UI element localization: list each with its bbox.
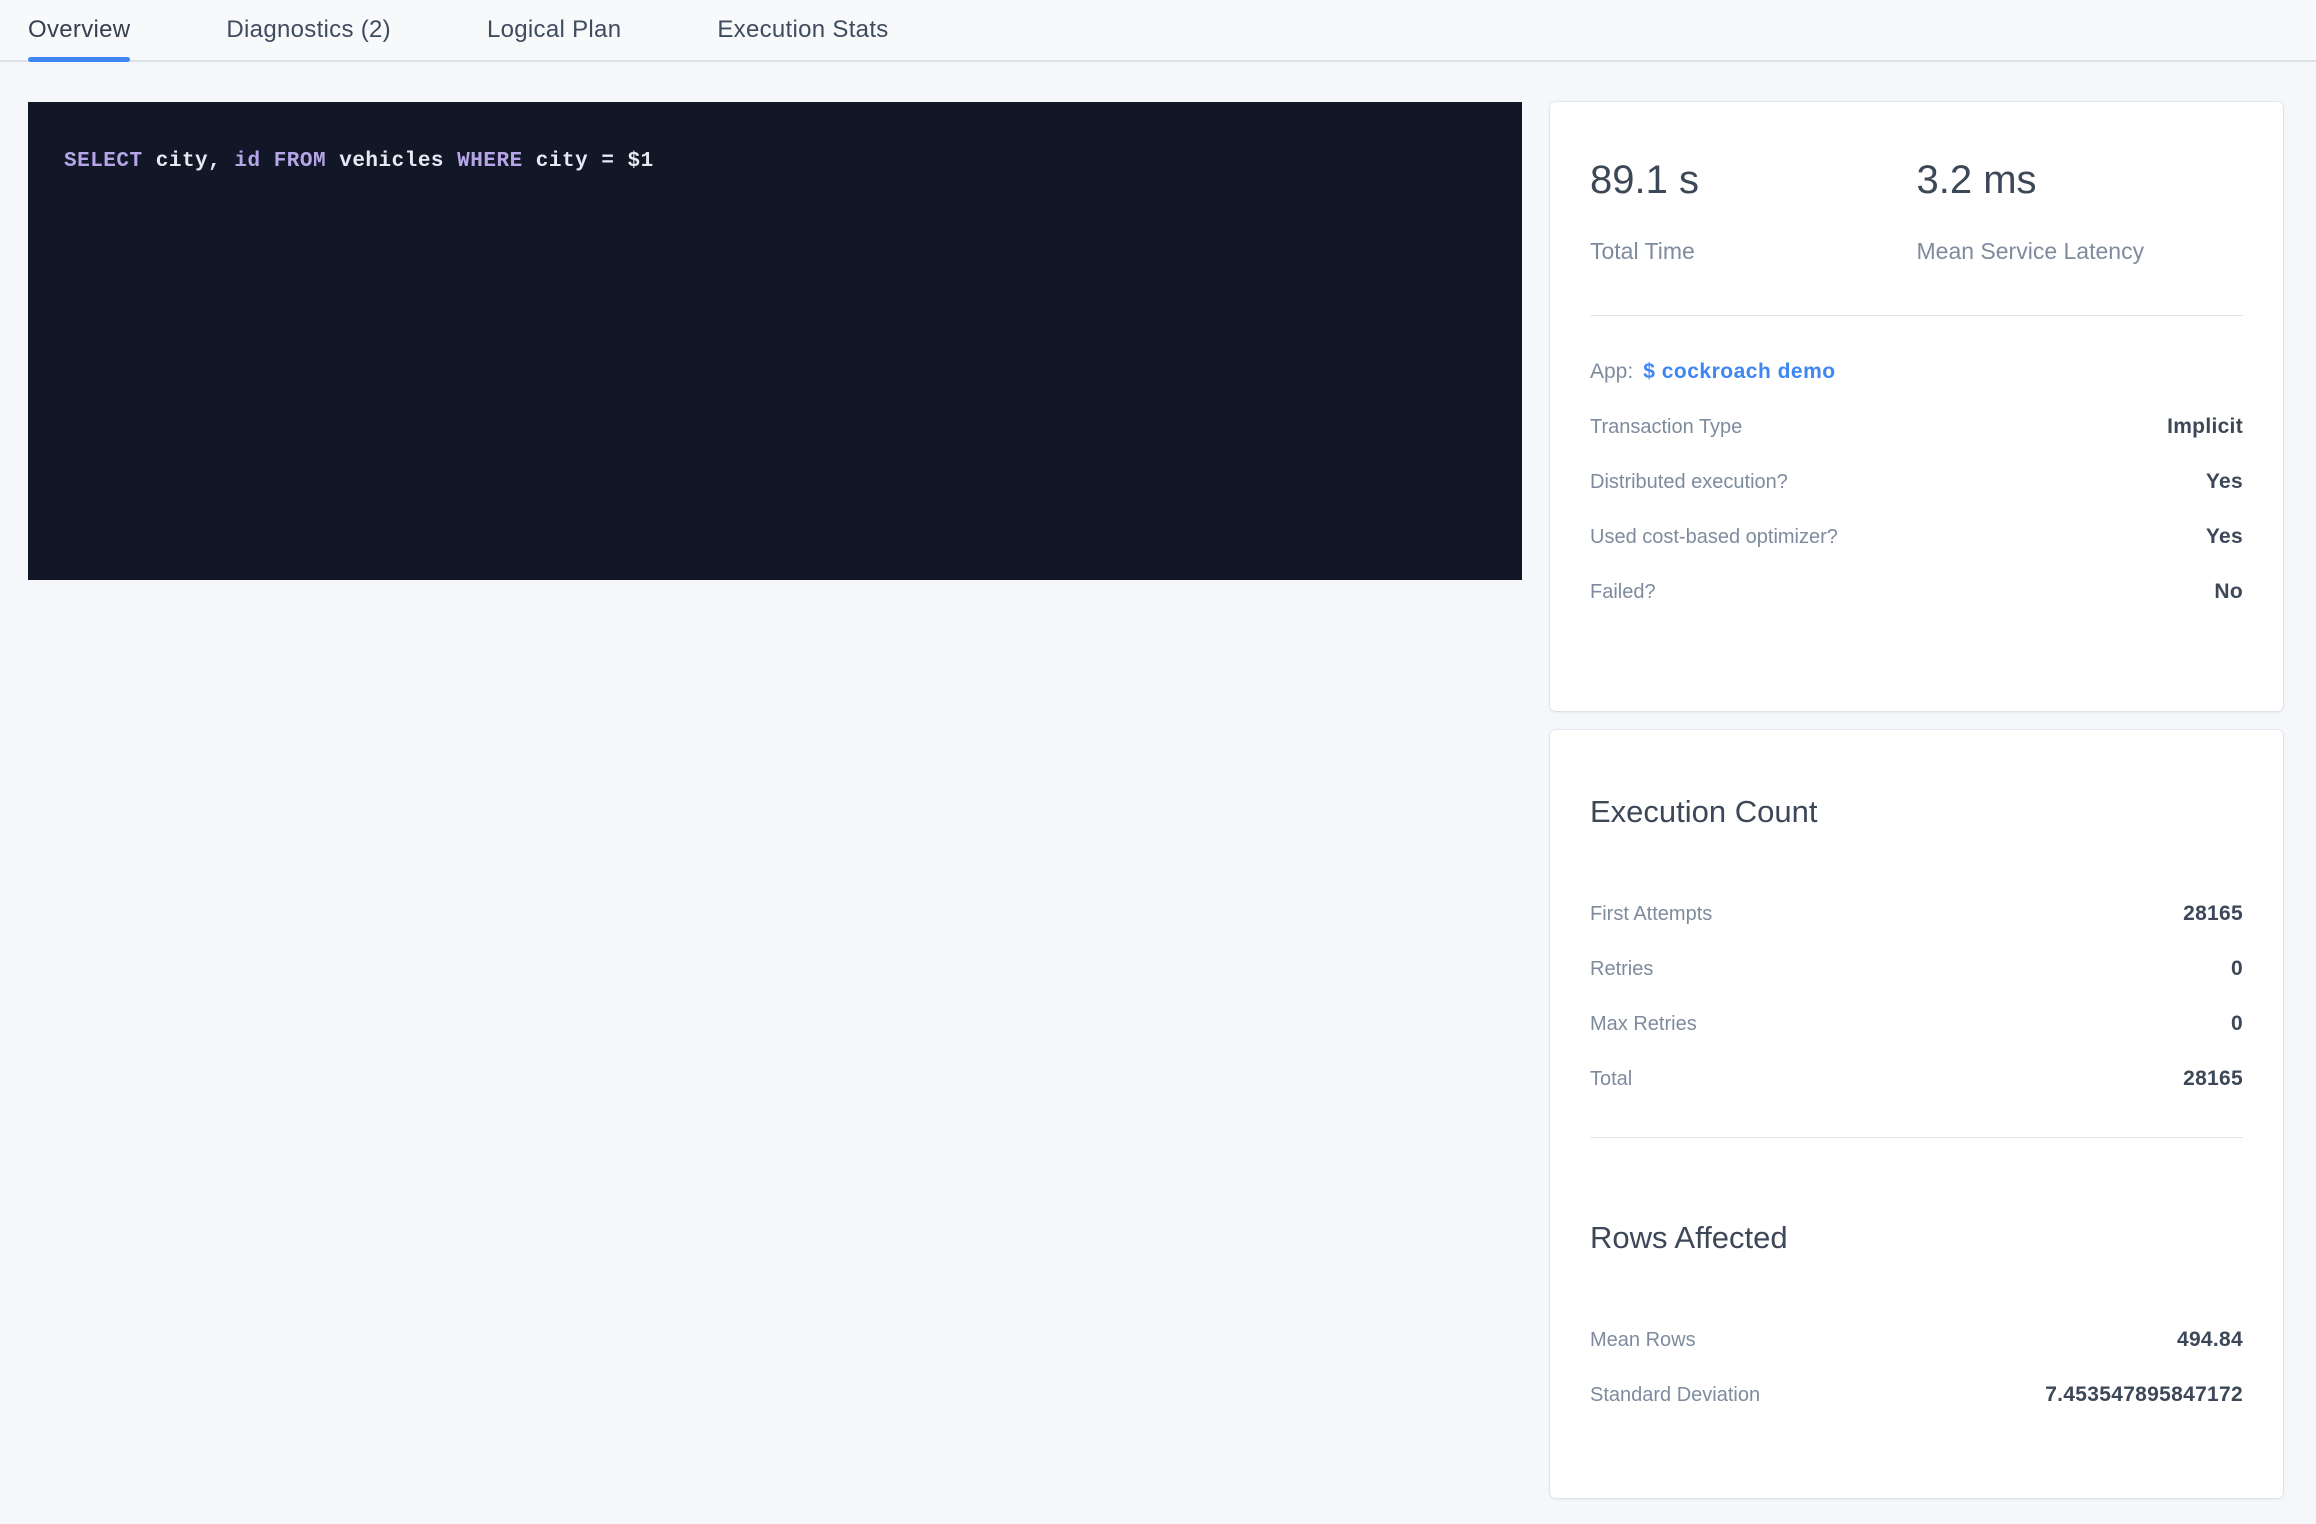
failed-value: No [2214,580,2243,604]
retries-row: Retries 0 [1590,957,2243,981]
max-retries-row: Max Retries 0 [1590,1012,2243,1036]
mean-service-latency-stat: 3.2 ms Mean Service Latency [1917,158,2244,265]
rows-affected-title: Rows Affected [1590,1220,2243,1256]
standard-deviation-label: Standard Deviation [1590,1384,1760,1407]
statement-overview-page: SELECT city, id FROM vehicles WHERE city… [0,62,2316,1498]
total-label: Total [1590,1068,1632,1091]
mean-rows-row: Mean Rows 494.84 [1590,1328,2243,1352]
cost-based-optimizer-label: Used cost-based optimizer? [1590,526,1838,549]
statement-column: SELECT city, id FROM vehicles WHERE city… [28,102,1522,1498]
transaction-type-label: Transaction Type [1590,416,1742,439]
tab-logical-plan[interactable]: Logical Plan [487,0,621,60]
max-retries-label: Max Retries [1590,1013,1697,1036]
first-attempts-label: First Attempts [1590,903,1712,926]
sql-token: city [536,150,588,173]
summary-divider [1590,315,2243,316]
max-retries-value: 0 [2231,1012,2243,1036]
distributed-execution-label: Distributed execution? [1590,471,1788,494]
sql-token: $1 [628,150,654,173]
sql-statement-box: SELECT city, id FROM vehicles WHERE city… [28,102,1522,580]
sql-token: FROM [274,150,326,173]
retries-value: 0 [2231,957,2243,981]
execution-count-card: Execution Count First Attempts 28165 Ret… [1550,730,2283,1498]
first-attempts-value: 28165 [2183,902,2243,926]
tab-overview-label: Overview [28,16,130,44]
total-time-label: Total Time [1590,238,1917,265]
distributed-execution-value: Yes [2206,470,2243,494]
mean-service-latency-label: Mean Service Latency [1917,238,2244,265]
execution-count-title: Execution Count [1590,794,2243,830]
sql-query: SELECT city, id FROM vehicles WHERE city… [64,150,1486,173]
summary-column: 89.1 s Total Time 3.2 ms Mean Service La… [1550,102,2283,1498]
standard-deviation-value: 7.453547895847172 [2045,1383,2243,1407]
sql-token: WHERE [457,150,523,173]
rows-affected-rows: Mean Rows 494.84 Standard Deviation 7.45… [1590,1328,2243,1407]
app-link[interactable]: $ cockroach demo [1643,360,1835,384]
active-tab-underline [28,57,130,62]
app-row: App: $ cockroach demo [1590,360,2243,384]
cost-based-optimizer-value: Yes [2206,525,2243,549]
retries-label: Retries [1590,958,1653,981]
transaction-type-row: Transaction Type Implicit [1590,415,2243,439]
standard-deviation-row: Standard Deviation 7.453547895847172 [1590,1383,2243,1407]
first-attempts-row: First Attempts 28165 [1590,902,2243,926]
sql-token: = [601,150,614,173]
distributed-execution-row: Distributed execution? Yes [1590,470,2243,494]
tab-diagnostics[interactable]: Diagnostics (2) [226,0,391,60]
tab-diagnostics-label: Diagnostics (2) [226,16,391,44]
total-time-value: 89.1 s [1590,158,1917,202]
total-time-stat: 89.1 s Total Time [1590,158,1917,265]
tab-logical-plan-label: Logical Plan [487,16,621,44]
tab-execution-stats[interactable]: Execution Stats [717,0,888,60]
tab-overview[interactable]: Overview [28,0,130,60]
sql-token: city, [156,150,222,173]
app-label: App: [1590,360,1633,384]
total-row: Total 28165 [1590,1067,2243,1091]
execution-count-rows: First Attempts 28165 Retries 0 Max Retri… [1590,902,2243,1091]
time-stats-row: 89.1 s Total Time 3.2 ms Mean Service La… [1590,158,2243,265]
transaction-type-value: Implicit [2167,415,2243,439]
mean-service-latency-value: 3.2 ms [1917,158,2244,202]
tab-bar: Overview Diagnostics (2) Logical Plan Ex… [0,0,2316,62]
mean-rows-value: 494.84 [2177,1328,2243,1352]
sql-token: vehicles [339,150,444,173]
counts-divider [1590,1137,2243,1138]
failed-row: Failed? No [1590,580,2243,604]
mean-rows-label: Mean Rows [1590,1329,1696,1352]
cost-based-optimizer-row: Used cost-based optimizer? Yes [1590,525,2243,549]
summary-card: 89.1 s Total Time 3.2 ms Mean Service La… [1550,102,2283,711]
total-value: 28165 [2183,1067,2243,1091]
tab-execution-stats-label: Execution Stats [717,16,888,44]
failed-label: Failed? [1590,581,1656,604]
sql-token: SELECT [64,150,143,173]
sql-token: id [234,150,260,173]
